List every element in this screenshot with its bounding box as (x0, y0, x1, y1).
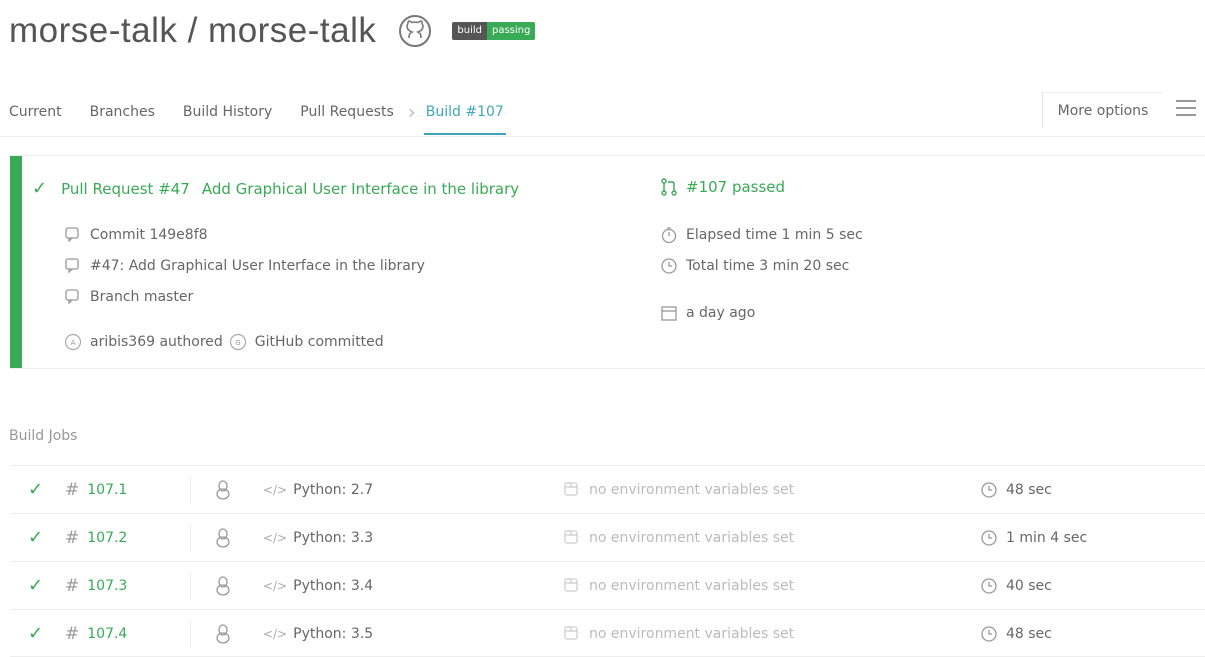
badge-label: build (452, 22, 487, 40)
job-row[interactable]: ✓ #107.2 </> Python: 3.3 no environment v… (10, 513, 1205, 561)
total-time: Total time 3 min 20 sec (686, 258, 850, 274)
badge-value: passing (487, 22, 536, 40)
commit-icon (64, 226, 82, 244)
linux-icon (215, 562, 231, 609)
more-options-button[interactable]: More options (1042, 92, 1163, 128)
job-number[interactable]: 107.3 (87, 578, 127, 594)
job-number[interactable]: 107.4 (87, 626, 127, 642)
author-avatar-icon: A (64, 333, 82, 351)
tab-current[interactable]: Current (9, 104, 62, 120)
linux-icon (215, 514, 231, 561)
repo-header: morse-talk / morse-talk build passing (9, 6, 536, 56)
check-icon: ✓ (28, 575, 44, 596)
clock-icon (980, 625, 998, 643)
pr-compare-link[interactable]: #47: Add Graphical User Interface in the… (90, 258, 425, 274)
build-summary: ✓ Pull Request #47 Add Graphical User In… (10, 155, 1205, 369)
tab-pull-requests[interactable]: Pull Requests (300, 104, 393, 120)
build-jobs-title: Build Jobs (9, 428, 78, 444)
github-icon[interactable] (398, 14, 432, 48)
job-row[interactable]: ✓ #107.1 </> Python: 2.7 no environment v… (10, 465, 1205, 513)
committer-name: GitHub committed (254, 334, 384, 350)
linux-icon (215, 466, 231, 513)
job-number[interactable]: 107.2 (87, 530, 127, 546)
job-language: Python: 2.7 (293, 481, 374, 498)
job-env: no environment variables set (589, 625, 795, 642)
branch-name[interactable]: Branch master (90, 289, 193, 305)
code-icon: </> (263, 578, 288, 593)
box-icon (563, 481, 581, 499)
hash-icon: # (65, 527, 80, 548)
hamburger-menu-icon[interactable] (1176, 100, 1198, 118)
job-duration: 40 sec (1006, 577, 1052, 594)
job-env: no environment variables set (589, 481, 795, 498)
clock-icon (660, 257, 678, 275)
job-env: no environment variables set (589, 529, 795, 546)
code-icon: </> (263, 626, 288, 641)
svg-text:G: G (235, 339, 240, 347)
check-icon: ✓ (28, 527, 44, 548)
commit-message: Add Graphical User Interface in the libr… (201, 179, 520, 198)
calendar-icon (660, 304, 678, 322)
elapsed-time: Elapsed time 1 min 5 sec (686, 227, 863, 243)
divider (190, 524, 191, 552)
check-icon: ✓ (28, 479, 44, 500)
build-status-badge[interactable]: build passing (452, 22, 536, 40)
pull-request-icon (64, 257, 82, 275)
box-icon (563, 529, 581, 547)
job-duration: 1 min 4 sec (1006, 529, 1088, 546)
divider (190, 476, 191, 504)
job-row[interactable]: ✓ #107.3 </> Python: 3.4 no environment v… (10, 561, 1205, 609)
repo-title[interactable]: morse-talk / morse-talk (9, 11, 376, 51)
check-icon: ✓ (28, 623, 44, 644)
job-duration: 48 sec (1006, 481, 1052, 498)
code-icon: </> (263, 482, 288, 497)
job-duration: 48 sec (1006, 625, 1052, 642)
clock-icon (980, 481, 998, 499)
hash-icon: # (65, 479, 80, 500)
job-number[interactable]: 107.1 (87, 482, 127, 498)
divider (190, 620, 191, 648)
build-jobs-list: ✓ #107.1 </> Python: 2.7 no environment v… (10, 465, 1205, 657)
hash-icon: # (65, 575, 80, 596)
status-bar (10, 156, 22, 368)
committer-avatar-icon: G (229, 333, 247, 351)
branch-icon (64, 288, 82, 306)
linux-icon (215, 610, 231, 657)
job-language: Python: 3.4 (293, 577, 374, 594)
check-icon: ✓ (32, 178, 48, 199)
clock-icon (980, 577, 998, 595)
divider (190, 572, 191, 600)
job-row[interactable]: ✓ #107.4 </> Python: 3.5 no environment v… (10, 609, 1205, 657)
code-icon: </> (263, 530, 288, 545)
tab-build[interactable]: Build #107 (423, 104, 506, 135)
svg-text:A: A (71, 339, 76, 347)
job-language: Python: 3.5 (293, 625, 374, 642)
author-name: aribis369 authored (90, 334, 223, 350)
job-env: no environment variables set (589, 577, 795, 594)
box-icon (563, 625, 581, 643)
hash-icon: # (65, 623, 80, 644)
pull-request-link[interactable]: Pull Request #47 (61, 180, 190, 198)
clock-icon (980, 529, 998, 547)
job-language: Python: 3.3 (293, 529, 374, 546)
commit-link[interactable]: Commit 149e8f8 (90, 227, 208, 243)
build-status-text[interactable]: #107 passed (686, 178, 785, 196)
repo-nav: Current Branches Build History Pull Requ… (0, 90, 1205, 137)
tab-branches[interactable]: Branches (90, 104, 155, 120)
box-icon (563, 577, 581, 595)
pull-request-status-icon (660, 178, 678, 196)
chevron-right-icon: › (407, 100, 416, 124)
stopwatch-icon (660, 226, 678, 244)
build-date: a day ago (686, 305, 756, 321)
tab-build-history[interactable]: Build History (183, 104, 272, 120)
